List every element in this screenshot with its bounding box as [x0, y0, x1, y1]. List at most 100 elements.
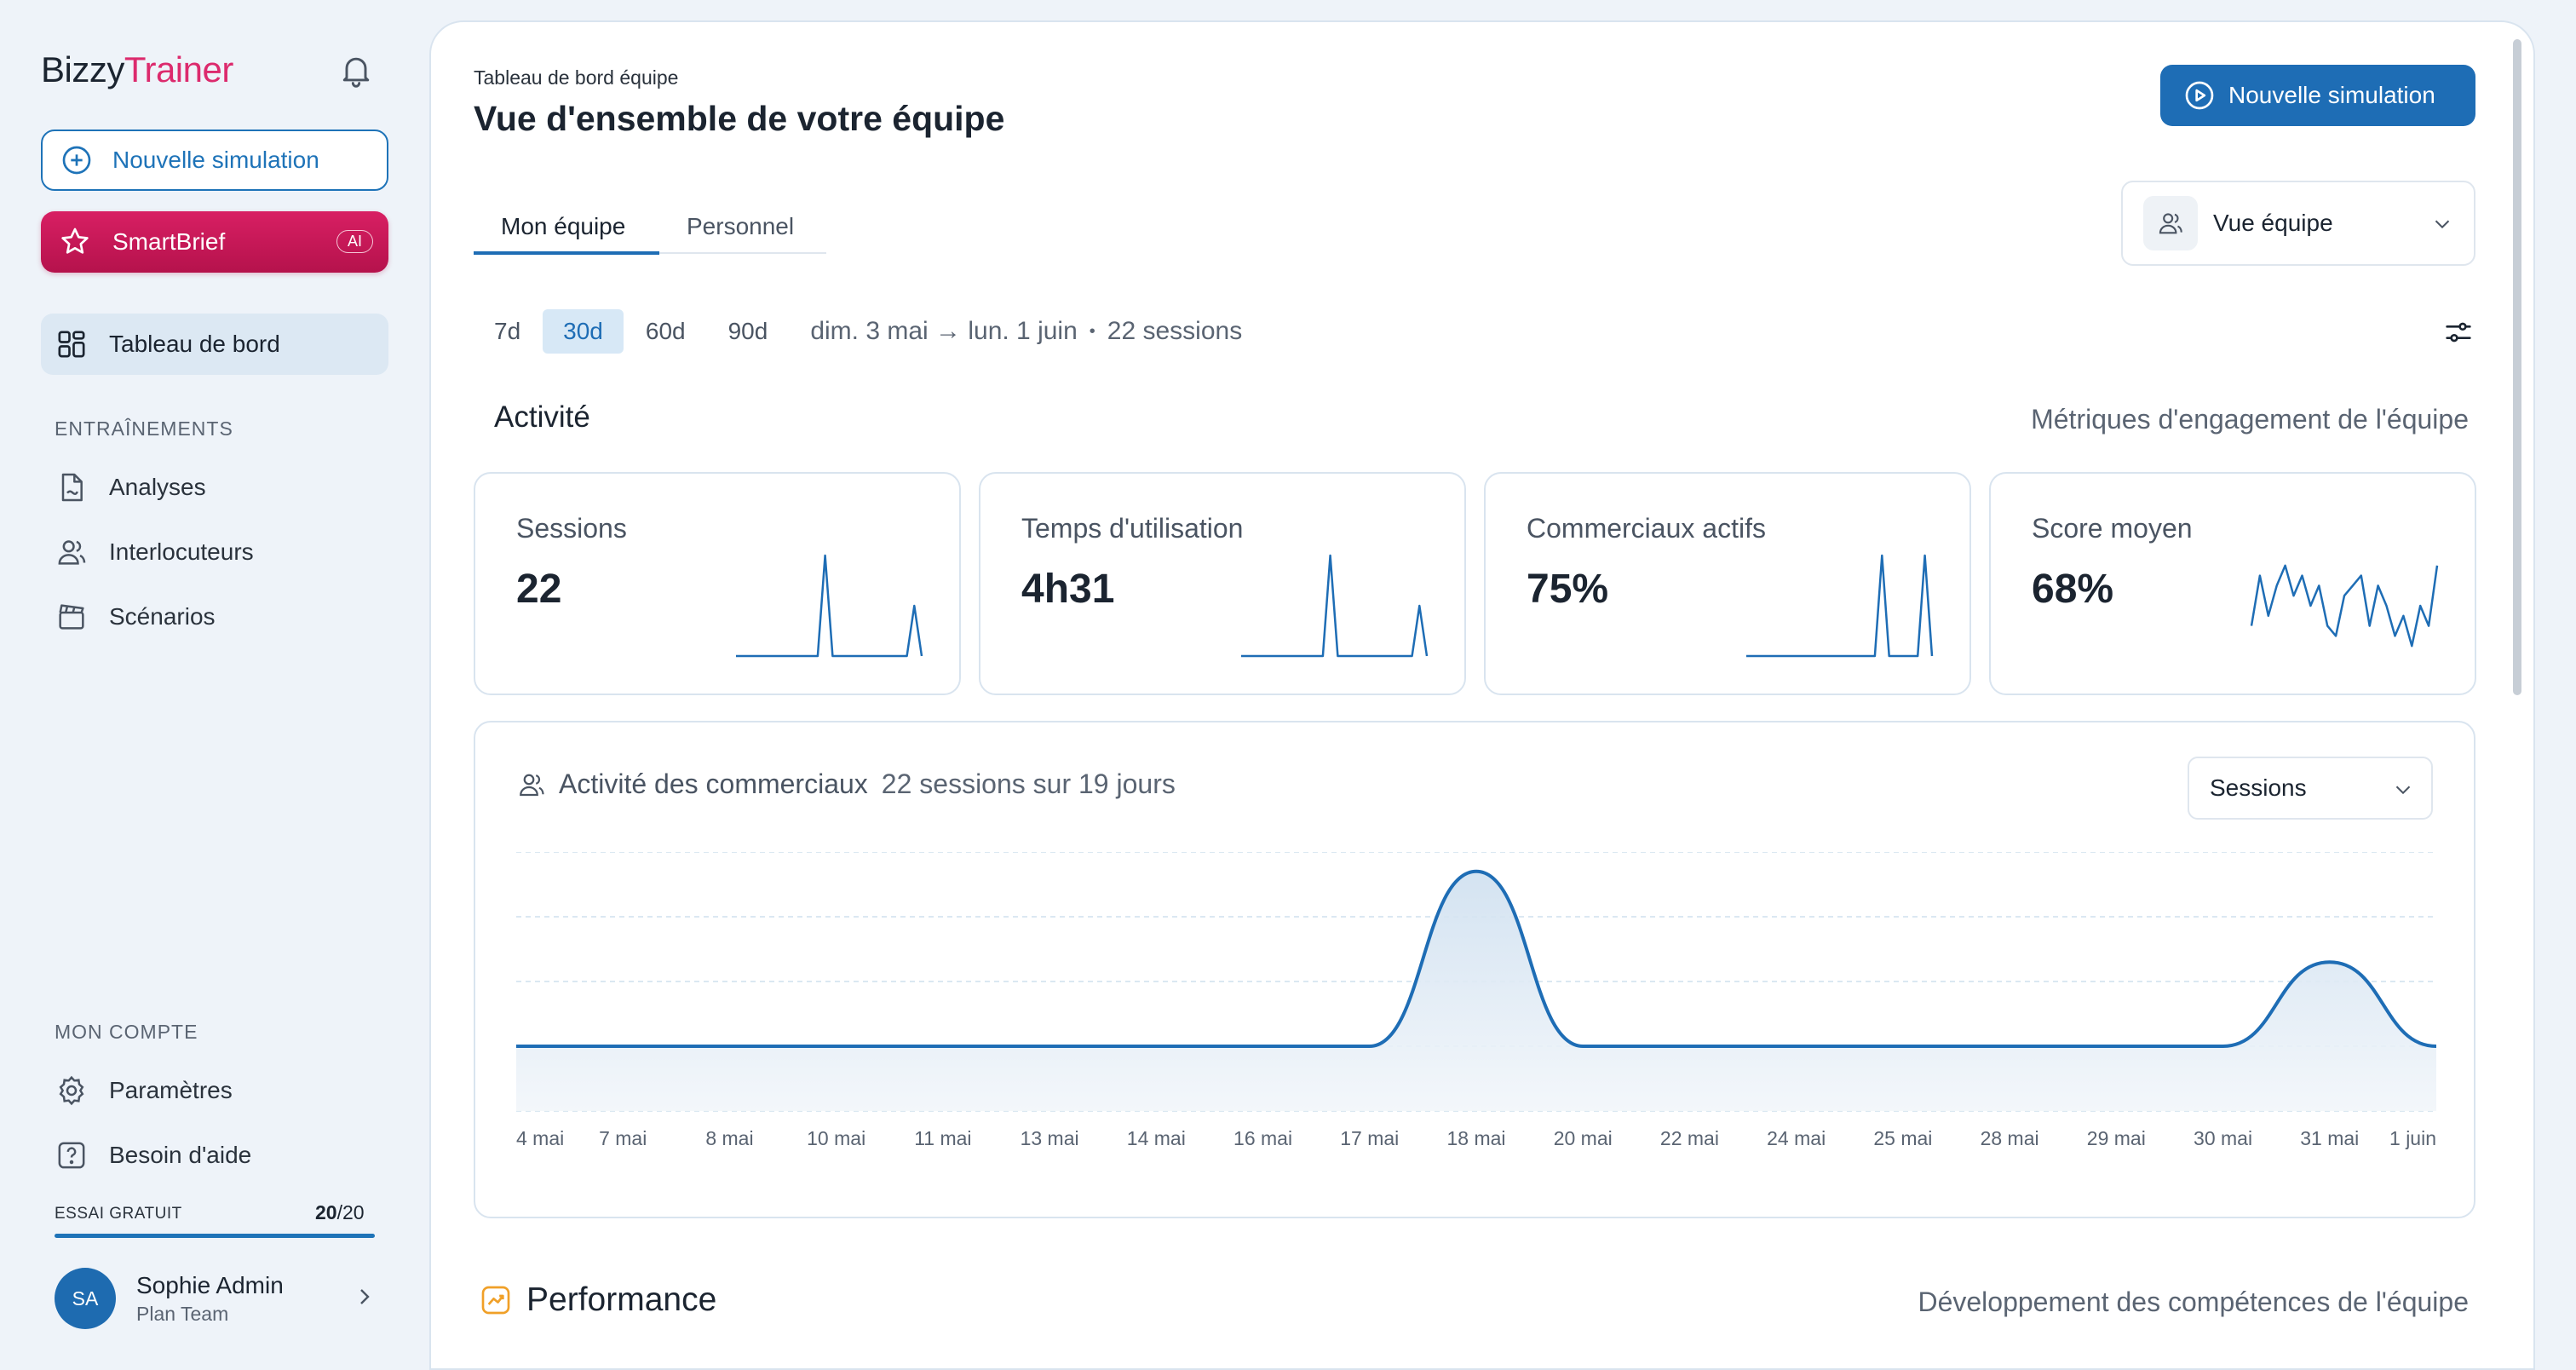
x-tick-label: 29 mai: [2087, 1127, 2146, 1149]
view-select-icon-box: [2143, 196, 2198, 250]
kpi-sparkline: [1746, 554, 1934, 658]
sparkline-path: [736, 554, 923, 658]
activity-section-title: Activité: [494, 400, 590, 434]
smartbrief-label: SmartBrief: [112, 228, 226, 255]
kpi-value: 22: [516, 567, 562, 612]
account-section-header: MON COMPTE: [55, 1021, 198, 1043]
chart-title: Activité des commerciaux: [559, 768, 868, 799]
range-separator: •: [1089, 321, 1095, 341]
logo-text-trainer: Trainer: [124, 49, 233, 89]
sparkline-path: [1241, 554, 1429, 658]
clapper-icon: [59, 604, 84, 630]
main-panel: Tableau de bord équipe Vue d'ensemble de…: [429, 20, 2535, 1370]
x-tick-label: 24 mai: [1767, 1127, 1826, 1149]
activity-section-subtitle: Métriques d'engagement de l'équipe: [2031, 404, 2469, 435]
kpi-card-sessions[interactable]: Sessions 22: [474, 472, 961, 695]
users-icon: [520, 774, 544, 796]
tab-personnel[interactable]: Personnel: [687, 210, 794, 254]
sidebar-item-help-label: Besoin d'aide: [109, 1142, 252, 1168]
performance-section-title: Performance: [479, 1281, 716, 1319]
sidebar-item-scenarios-label: Scénarios: [109, 603, 216, 630]
kpi-value: 68%: [2032, 567, 2114, 612]
sidebar-item-dashboard[interactable]: Tableau de bord: [41, 314, 388, 375]
view-select-dropdown[interactable]: Vue équipe: [2121, 181, 2475, 266]
trial-progress-bar: [55, 1234, 375, 1238]
sparkline-path: [2250, 564, 2439, 648]
sparkle-star-icon: [61, 227, 89, 254]
sidebar-item-settings[interactable]: Paramètres: [55, 1070, 233, 1111]
x-tick-label: 7 mai: [599, 1127, 647, 1149]
x-tick-label: 8 mai: [705, 1127, 753, 1149]
trainings-section-header: ENTRAÎNEMENTS: [55, 417, 233, 440]
x-tick-label: 14 mai: [1127, 1127, 1186, 1149]
x-tick-label: 16 mai: [1233, 1127, 1292, 1149]
x-tick-label: 25 mai: [1873, 1127, 1932, 1149]
sessions-area-chart: 4 mai 7 mai 8 mai 10 mai 11 mai 13 mai 14 mai 1…: [516, 852, 2436, 1149]
range-30d[interactable]: 30d: [543, 309, 624, 354]
kpi-sparkline: [1241, 554, 1429, 658]
document-icon: [61, 473, 83, 502]
tab-mon-equipe[interactable]: Mon équipe: [501, 210, 625, 254]
kpi-label: Sessions: [516, 513, 627, 544]
sidebar-item-dashboard-label: Tableau de bord: [109, 331, 280, 357]
active-tab-indicator: [474, 251, 659, 255]
kpi-label: Temps d'utilisation: [1021, 513, 1244, 544]
logo-text-bizzy: Bizzy: [41, 49, 124, 89]
users-icon: [58, 540, 86, 565]
chart-header: Activité des commerciaux 22 sessions sur…: [516, 768, 1176, 800]
sliders-icon[interactable]: [2441, 315, 2475, 349]
trial-label: ESSAI GRATUIT: [55, 1205, 182, 1223]
user-profile[interactable]: SA Sophie Admin Plan Team: [55, 1264, 378, 1333]
area-fill: [516, 871, 2436, 1111]
trial-total: /20: [336, 1201, 365, 1223]
sidebar-item-interlocuteurs[interactable]: Interlocuteurs: [55, 532, 254, 573]
sidebar-item-help[interactable]: Besoin d'aide: [55, 1135, 251, 1176]
view-tabs: Mon équipe Personnel: [474, 210, 826, 255]
kpi-value: 75%: [1527, 567, 1609, 612]
new-simulation-button-label: Nouvelle simulation: [2228, 82, 2435, 108]
x-tick-label: 1 juin: [2389, 1127, 2436, 1149]
range-90d[interactable]: 90d: [708, 309, 789, 354]
kpi-card-usage-time[interactable]: Temps d'utilisation 4h31: [979, 472, 1466, 695]
x-tick-label: 13 mai: [1021, 1127, 1079, 1149]
range-7d[interactable]: 7d: [474, 309, 541, 354]
dashboard-grid-icon: [58, 331, 85, 358]
kpi-sparkline: [2250, 564, 2439, 648]
user-plan: Plan Team: [136, 1302, 229, 1325]
sales-activity-chart-card: Activité des commerciaux 22 sessions sur…: [474, 721, 2475, 1218]
sidebar-item-analyses[interactable]: Analyses: [55, 467, 206, 508]
x-tick-label: 22 mai: [1660, 1127, 1719, 1149]
sidebar-item-scenarios[interactable]: Scénarios: [55, 596, 216, 637]
new-simulation-button[interactable]: Nouvelle simulation: [2160, 65, 2475, 126]
x-tick-label: 28 mai: [1981, 1127, 2039, 1149]
x-tick-label: 11 mai: [914, 1127, 971, 1149]
x-tick-label: 4 mai: [516, 1127, 564, 1149]
chevron-right-icon[interactable]: [351, 1283, 378, 1310]
date-range-bar: 7d 30d 60d 90d dim. 3 mai → lun. 1 juin …: [474, 307, 1242, 356]
trial-used: 20: [315, 1201, 337, 1223]
kpi-label: Commerciaux actifs: [1527, 513, 1766, 544]
kpi-sparkline: [736, 554, 923, 658]
range-60d[interactable]: 60d: [625, 309, 706, 354]
metric-select-value: Sessions: [2210, 774, 2307, 801]
x-tick-label: 17 mai: [1340, 1127, 1399, 1149]
bell-icon[interactable]: [337, 51, 375, 89]
new-simulation-sidebar-button[interactable]: Nouvelle simulation: [41, 130, 388, 191]
kpi-value: 4h31: [1021, 567, 1115, 612]
breadcrumb: Tableau de bord équipe: [474, 66, 679, 89]
scrollbar[interactable]: [2513, 39, 2521, 695]
performance-section-subtitle: Développement des compétences de l'équip…: [1918, 1287, 2469, 1317]
help-icon: [58, 1142, 85, 1169]
app-logo[interactable]: BizzyTrainer: [41, 49, 233, 90]
x-tick-label: 10 mai: [807, 1127, 865, 1149]
smartbrief-button[interactable]: SmartBrief AI: [41, 211, 388, 273]
kpi-card-active-sales[interactable]: Commerciaux actifs 75%: [1484, 472, 1971, 695]
x-tick-label: 20 mai: [1554, 1127, 1613, 1149]
new-simulation-label: Nouvelle simulation: [112, 147, 319, 173]
kpi-card-average-score[interactable]: Score moyen 68%: [1989, 472, 2476, 695]
metric-select-dropdown[interactable]: Sessions: [2188, 757, 2433, 820]
range-period: dim. 3 mai → lun. 1 juin: [810, 317, 1078, 345]
chart-subtitle: 22 sessions sur 19 jours: [881, 768, 1176, 799]
sidebar: BizzyTrainer Nouvelle simulation SmartBr…: [0, 0, 426, 1370]
sparkline-path: [1746, 554, 1934, 658]
